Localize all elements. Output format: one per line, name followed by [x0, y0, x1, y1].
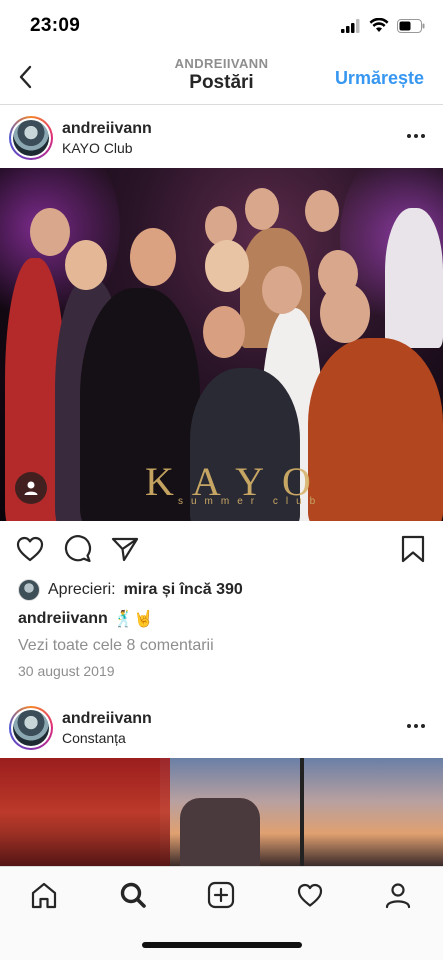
photo-watermark-sub: summer club: [178, 496, 324, 507]
likes-text[interactable]: mira și încă 390: [124, 581, 243, 599]
comment-icon[interactable]: [63, 534, 93, 564]
post-photo-2[interactable]: [0, 758, 443, 866]
status-icons: [341, 18, 425, 33]
person-tag-icon: [24, 481, 38, 495]
save-bookmark-icon[interactable]: [398, 534, 428, 564]
avatar[interactable]: [9, 116, 53, 160]
share-send-icon[interactable]: [110, 534, 140, 564]
post-header-2: andreiivann Constanța: [0, 696, 443, 758]
tab-activity[interactable]: [294, 879, 326, 911]
tagged-users-button[interactable]: [15, 472, 47, 504]
post-location[interactable]: KAYO Club: [62, 140, 133, 156]
tab-search[interactable]: [117, 879, 149, 911]
nav-header: ANDREIIVANN Postări Urmărește: [0, 50, 443, 105]
like-heart-icon[interactable]: [15, 534, 45, 564]
view-comments-link[interactable]: Vezi toate cele 8 comentarii: [18, 637, 214, 655]
post-actions: [0, 530, 443, 570]
follow-button[interactable]: Urmărește: [335, 68, 424, 89]
likes-label: Aprecieri:: [48, 581, 116, 598]
post-username[interactable]: andreiivann: [62, 710, 152, 728]
tab-home[interactable]: [28, 879, 60, 911]
add-post-icon: [207, 881, 235, 909]
search-icon: [120, 882, 146, 908]
status-time: 23:09: [30, 15, 81, 36]
post-header: andreiivann KAYO Club: [0, 106, 443, 168]
caption: andreiivann 🕺🤘: [18, 609, 154, 629]
battery-icon: [397, 18, 425, 33]
profile-icon: [385, 883, 411, 909]
caption-username[interactable]: andreiivann: [18, 610, 108, 628]
home-icon: [31, 882, 57, 909]
caption-text: 🕺🤘: [113, 611, 154, 628]
status-bar: 23:09: [0, 0, 443, 50]
more-options-icon[interactable]: [407, 128, 427, 144]
post-location[interactable]: Constanța: [62, 730, 126, 746]
tab-profile[interactable]: [382, 879, 414, 911]
post-username[interactable]: andreiivann: [62, 120, 152, 138]
likes-row[interactable]: Aprecieri: mira și încă 390: [18, 578, 243, 602]
cellular-signal-icon: [341, 18, 360, 33]
activity-heart-icon: [297, 883, 323, 907]
tab-new-post[interactable]: [205, 879, 237, 911]
more-options-icon[interactable]: [407, 718, 427, 734]
avatar[interactable]: [9, 706, 53, 750]
home-indicator: [142, 942, 302, 948]
wifi-icon: [369, 18, 389, 32]
liker-avatar: [18, 579, 40, 601]
post-date: 30 august 2019: [18, 663, 115, 679]
